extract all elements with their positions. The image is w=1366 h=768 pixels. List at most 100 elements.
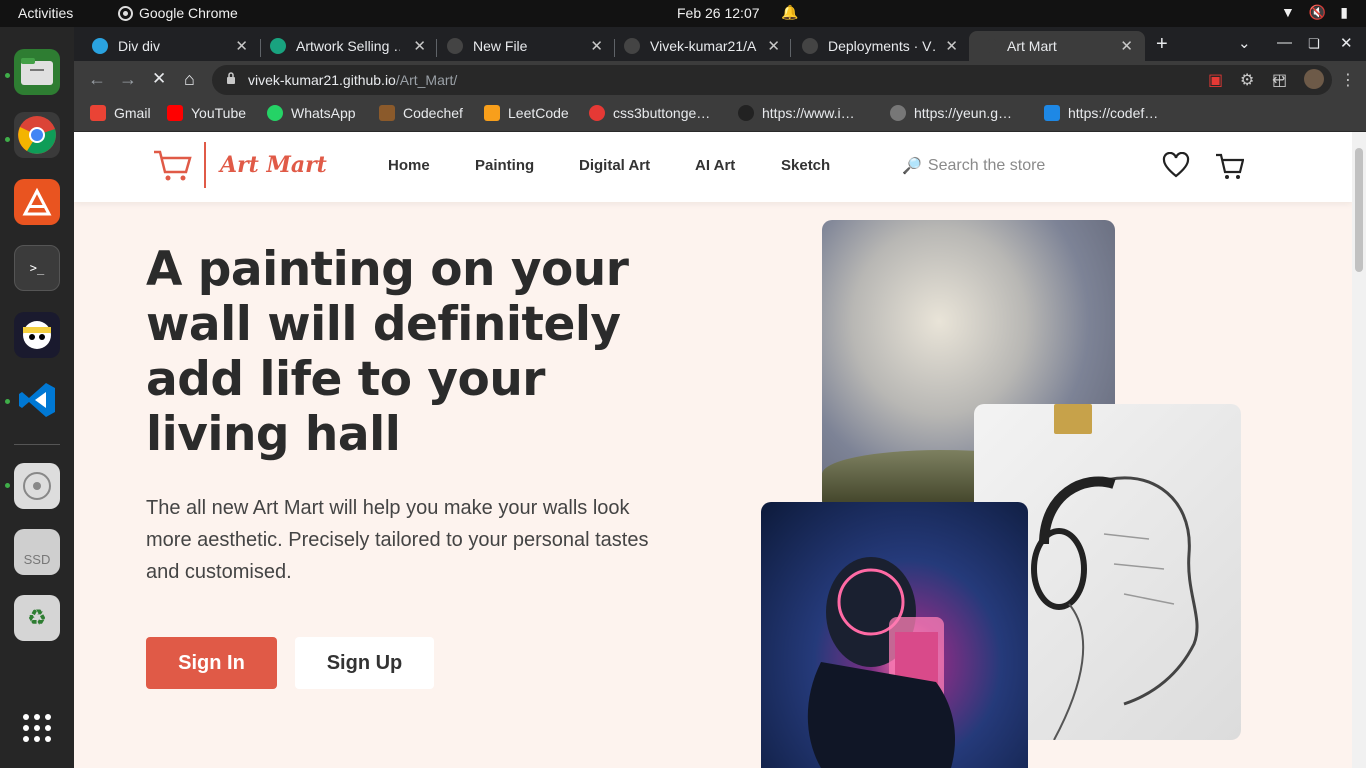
- bookmark-leetcode[interactable]: LeetCode: [484, 105, 569, 121]
- back-button[interactable]: ←: [88, 69, 106, 90]
- logo-divider: [204, 142, 206, 188]
- bookmark-link-yeun[interactable]: https://yeun.g…: [890, 105, 1012, 121]
- github-icon: [624, 38, 640, 54]
- cart-icon[interactable]: [1214, 152, 1244, 180]
- files-icon[interactable]: [14, 49, 60, 95]
- forward-button[interactable]: →: [119, 69, 137, 90]
- bookmark-whatsapp[interactable]: WhatsApp: [267, 105, 356, 121]
- running-indicator: [5, 483, 10, 488]
- sign-in-button[interactable]: Sign In: [146, 637, 277, 689]
- url-host: vivek-kumar21.github.io: [248, 72, 396, 88]
- nav-sketch[interactable]: Sketch: [781, 157, 830, 174]
- nav-painting[interactable]: Painting: [475, 157, 534, 174]
- codeforces-icon: [1044, 105, 1060, 121]
- calendar-extension-icon[interactable]: ▣: [1208, 70, 1223, 90]
- close-tab-icon[interactable]: ✕: [945, 37, 958, 55]
- disc-icon[interactable]: [14, 463, 60, 509]
- sign-up-button[interactable]: Sign Up: [295, 637, 434, 689]
- tab-deployments[interactable]: Deployments · V… ✕: [784, 31, 970, 61]
- bookmark-label: https://yeun.g…: [914, 105, 1013, 121]
- nav-digital-art[interactable]: Digital Art: [579, 157, 650, 174]
- leetcode-icon: [484, 105, 500, 121]
- activities-button[interactable]: Activities: [18, 5, 73, 21]
- bookmark-label: https://www.i…: [762, 105, 855, 121]
- site-header: Art Mart Home Painting Digital Art AI Ar…: [74, 132, 1352, 202]
- app-menu-label: Google Chrome: [139, 5, 238, 21]
- tab-vivek-kumar21[interactable]: Vivek-kumar21/A… ✕: [606, 31, 792, 61]
- astronaut-figure: [807, 557, 956, 768]
- menu-icon[interactable]: ⋮: [1340, 70, 1356, 90]
- close-window-button[interactable]: ✕: [1340, 34, 1353, 52]
- bookmark-label: LeetCode: [508, 105, 569, 121]
- search-placeholder: Search the store: [927, 157, 1046, 174]
- chrome-icon[interactable]: [14, 112, 60, 158]
- site-logo[interactable]: Art Mart: [152, 142, 327, 188]
- tab-search-icon[interactable]: ⌄: [1238, 34, 1251, 52]
- address-bar[interactable]: vivek-kumar21.github.io/Art_Mart/ ↩ ☆: [212, 65, 1332, 95]
- whatsapp-icon: [267, 105, 283, 121]
- bookmark-label: WhatsApp: [291, 105, 356, 121]
- bookmark-label: Gmail: [114, 105, 151, 121]
- maximize-button[interactable]: ❏: [1308, 36, 1320, 52]
- close-tab-icon[interactable]: ✕: [235, 37, 248, 55]
- battery-icon: ▮: [1340, 4, 1348, 20]
- tab-title: Artwork Selling …: [296, 38, 400, 54]
- nav-home[interactable]: Home: [388, 157, 430, 174]
- bookmark-gmail[interactable]: Gmail: [90, 105, 151, 121]
- new-tab-button[interactable]: +: [1156, 33, 1168, 56]
- bookmark-label: https://codef…: [1068, 105, 1159, 121]
- github-icon: [802, 38, 818, 54]
- url-path: /Art_Mart/: [395, 72, 458, 88]
- close-tab-icon[interactable]: ✕: [1120, 37, 1133, 55]
- bookmark-youtube[interactable]: YouTube: [167, 105, 246, 121]
- show-applications-icon[interactable]: [14, 705, 60, 751]
- site-icon: [738, 105, 754, 121]
- close-tab-icon[interactable]: ✕: [590, 37, 603, 55]
- telegram-icon: [92, 38, 108, 54]
- clock[interactable]: Feb 26 12:07: [677, 5, 760, 21]
- bookmark-label: YouTube: [191, 105, 247, 121]
- terminal-icon[interactable]: >_: [14, 245, 60, 291]
- url-text: vivek-kumar21.github.io/Art_Mart/: [248, 72, 457, 88]
- nav-ai-art[interactable]: AI Art: [695, 157, 735, 174]
- tab-artwork-selling[interactable]: Artwork Selling … ✕: [252, 31, 438, 61]
- chrome-icon: [118, 5, 133, 21]
- bookmark-codechef[interactable]: Codechef: [379, 105, 463, 121]
- stop-loading-button[interactable]: ✕: [152, 69, 166, 89]
- vscode-icon[interactable]: [14, 377, 60, 423]
- bookmark-label: Codechef: [403, 105, 463, 121]
- codechef-icon: [379, 105, 395, 121]
- extensions-icon[interactable]: ⚙: [1240, 70, 1254, 90]
- tab-new-file[interactable]: New File ✕: [429, 31, 615, 61]
- bookmark-link-i[interactable]: https://www.i…: [738, 105, 855, 121]
- close-tab-icon[interactable]: ✕: [767, 37, 780, 55]
- app-menu[interactable]: Google Chrome: [118, 5, 238, 21]
- minimize-button[interactable]: —: [1277, 34, 1292, 51]
- ssd-drive-icon[interactable]: SSD: [14, 529, 60, 575]
- tab-div-div[interactable]: Div div ✕: [74, 31, 260, 61]
- hero-description: The all new Art Mart will help you make …: [146, 497, 649, 583]
- close-tab-icon[interactable]: ✕: [413, 37, 426, 55]
- home-button[interactable]: ⌂: [184, 69, 195, 90]
- web-page: Art Mart Home Painting Digital Art AI Ar…: [74, 132, 1366, 768]
- tab-title: Deployments · V…: [828, 38, 936, 54]
- bookmark-css3buttongenerator[interactable]: css3buttonge…: [589, 105, 710, 121]
- css3-icon: [589, 105, 605, 121]
- side-panel-icon[interactable]: ◫: [1272, 70, 1287, 90]
- store-search[interactable]: 🔎 Search the store: [902, 156, 1045, 176]
- running-indicator: [5, 399, 10, 404]
- trash-icon[interactable]: ♻: [14, 595, 60, 641]
- wifi-icon: ▼: [1280, 4, 1295, 20]
- shopping-cart-logo-icon: [154, 150, 192, 181]
- system-tray[interactable]: ▼ 🔇 ▮: [1281, 4, 1348, 21]
- tab-art-mart[interactable]: Art Mart ✕: [969, 31, 1145, 61]
- game-icon[interactable]: [14, 312, 60, 358]
- scrollbar-thumb[interactable]: [1355, 148, 1363, 272]
- app-center-icon[interactable]: [14, 179, 60, 225]
- bookmark-codeforces[interactable]: https://codef…: [1044, 105, 1158, 121]
- dock: >_ SSD ♻: [0, 27, 74, 768]
- browser-window: Div div ✕ Artwork Selling … ✕ New File ✕…: [74, 27, 1366, 768]
- page-scrollbar[interactable]: [1352, 132, 1366, 768]
- profile-avatar[interactable]: [1304, 69, 1324, 89]
- wishlist-heart-icon[interactable]: [1162, 152, 1190, 178]
